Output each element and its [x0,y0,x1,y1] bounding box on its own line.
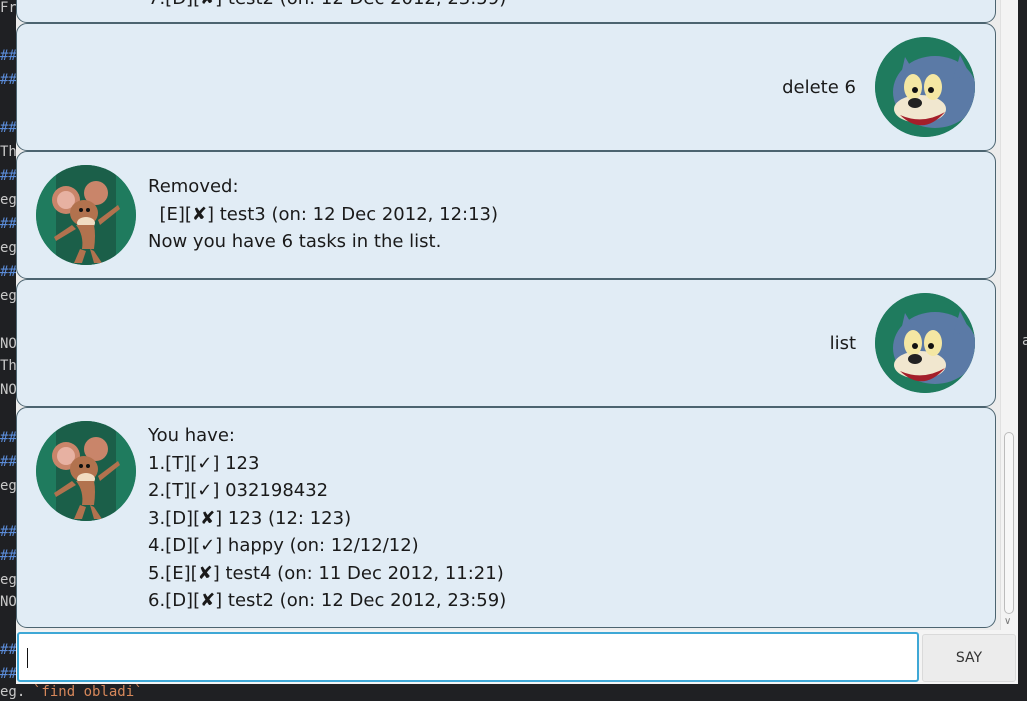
bot-message-text: You have: 1.[T][✓] 123 2.[T][✓] 03219843… [148,425,507,611]
chat-app-window: 7.[D][✘] test2 (on: 12 Dec 2012, 23:59) … [16,0,1018,684]
dialog-bubble-bot: Removed: [E][✘] test3 (on: 12 Dec 2012, … [16,151,996,279]
background-code-line: ## [0,120,16,136]
background-code-line: eg [0,192,16,208]
jerry-mouse-avatar-icon [36,421,136,521]
background-code-line: ## [0,48,16,64]
dialog-bubble-user: delete 6 [16,23,996,151]
background-code-line: eg [0,478,16,494]
background-code-line: eg [0,240,16,256]
background-editor-bottom: eg. `find obladi` [0,684,1027,701]
input-row: SAY [16,630,1018,684]
background-code-line: ## [0,548,16,564]
background-code-line: ## [0,524,16,540]
user-input-field[interactable] [17,632,919,682]
background-code-line: ## [0,264,16,280]
background-bottom-code: `find obladi` [33,684,143,700]
user-message-text: delete 6 [782,77,856,98]
background-code-line: NO [0,594,16,610]
background-code-line: ## [0,216,16,232]
background-code-line: Th [0,358,16,374]
dialog-bubble-user: list [16,279,996,407]
dialog-bubble-bot: 7.[D][✘] test2 (on: 12 Dec 2012, 23:59) [16,0,996,23]
background-code-line: ## [0,642,16,658]
background-bottom-prefix: eg. [0,684,26,700]
bot-message-text: Removed: [E][✘] test3 (on: 12 Dec 2012, … [148,176,499,252]
scrollbar-thumb[interactable] [1004,432,1014,614]
background-code-line: ## [0,430,16,446]
jerry-mouse-avatar-icon [36,165,136,265]
background-code-line: ## [0,72,16,88]
user-message-text: list [829,333,856,354]
background-right-text: a [1022,333,1027,349]
background-code-line: Fre [0,0,16,16]
background-code-line: eg [0,572,16,588]
dialog-bubble-bot: You have: 1.[T][✓] 123 2.[T][✓] 03219843… [16,407,996,628]
background-editor: Fre ## ## ## Th ## eg ## eg ## eg NO Th NO ## ## eg ## ## e… [0,0,16,701]
tom-cat-avatar-icon [875,37,975,137]
dialog-scrollbar[interactable]: ∨ [1000,0,1017,630]
background-code-line: ## [0,168,16,184]
scroll-down-arrow-icon[interactable]: ∨ [1004,616,1011,627]
background-code-line: NO [0,382,16,398]
background-code-line: Th [0,144,16,160]
tom-cat-avatar-icon [875,293,975,393]
background-code-line: ## [0,666,16,682]
text-caret [27,648,28,668]
background-editor-right: a [1018,0,1027,701]
background-code-line: ## [0,454,16,470]
dialog-container[interactable]: 7.[D][✘] test2 (on: 12 Dec 2012, 23:59) … [16,0,1000,630]
bot-message-text: 7.[D][✘] test2 (on: 12 Dec 2012, 23:59) [148,0,506,13]
send-button[interactable]: SAY [922,634,1016,682]
background-code-line: NO [0,336,16,352]
background-code-line: eg [0,288,16,304]
